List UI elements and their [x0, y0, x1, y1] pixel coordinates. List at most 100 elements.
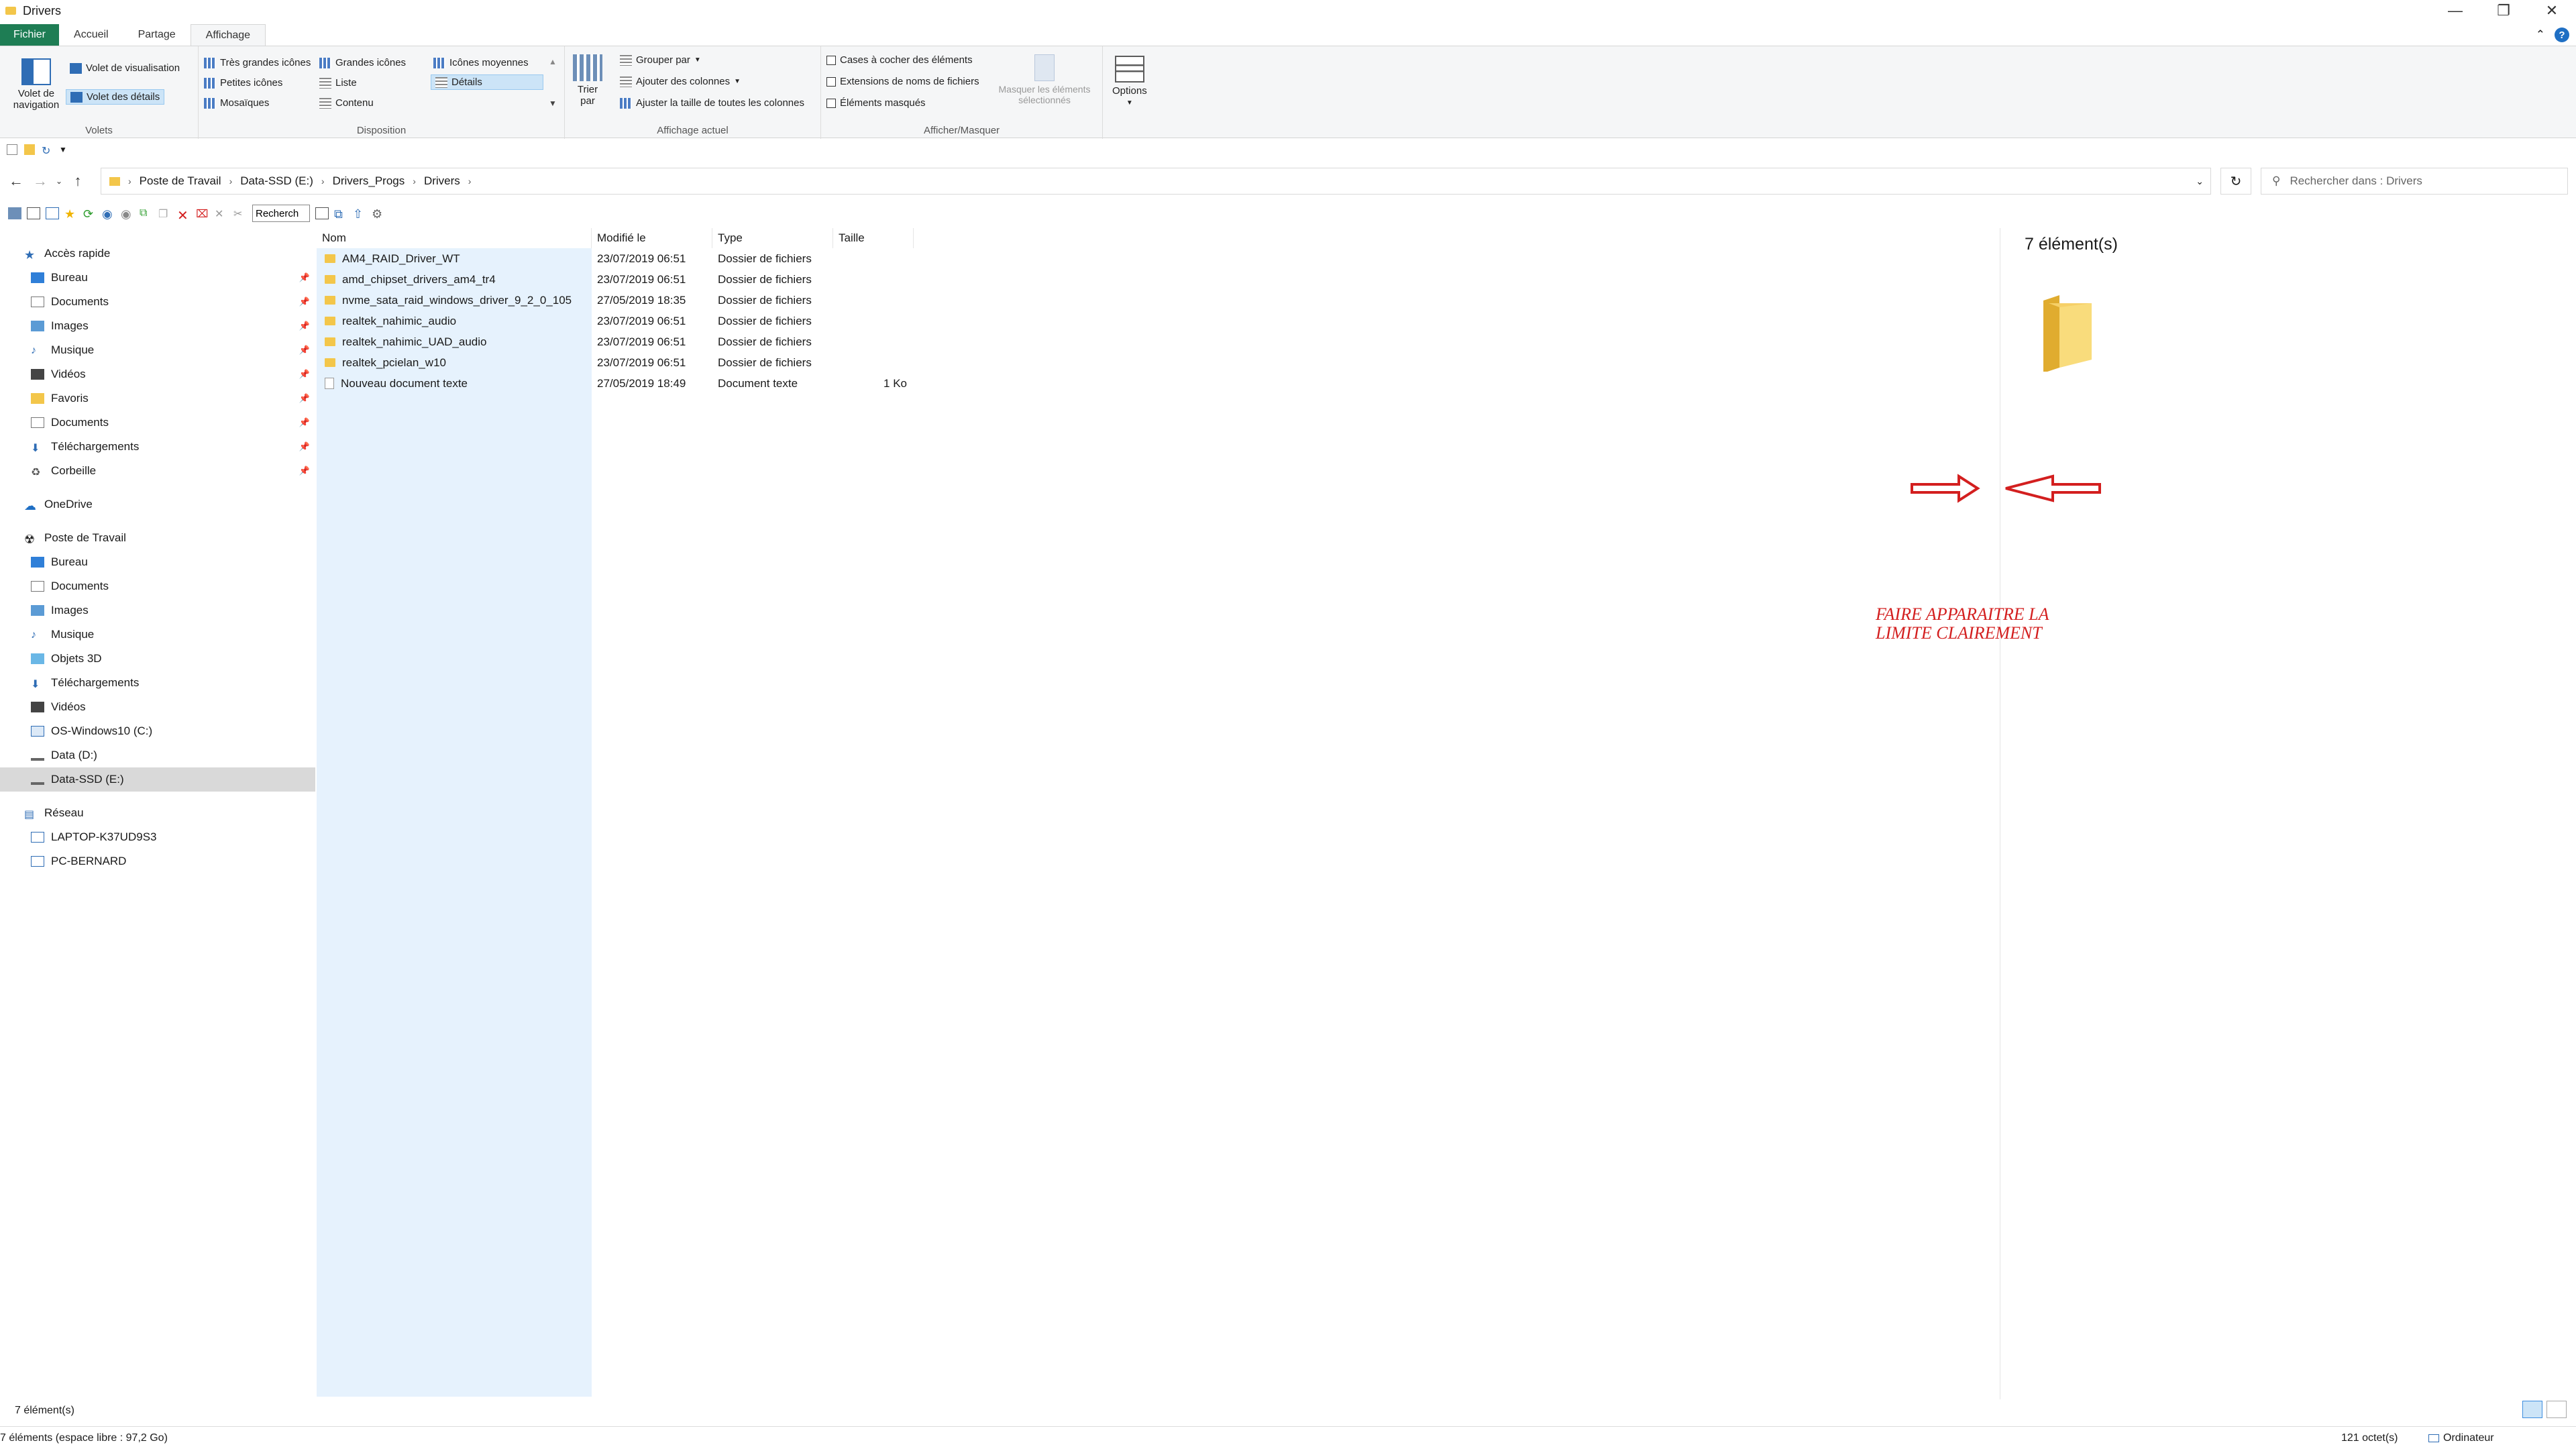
nav-pc-musique[interactable]: ♪ Musique [0, 623, 315, 647]
nav-quick-musique[interactable]: ♪ Musique 📌 [0, 338, 315, 362]
up-arrow-icon[interactable]: ↑ [66, 172, 90, 190]
options-button[interactable]: Options ▼ [1112, 56, 1147, 107]
restore-button[interactable]: ❐ [2479, 0, 2528, 21]
copy-icon[interactable]: ❐ [158, 207, 172, 220]
recent-locations-icon[interactable]: ⌄ [52, 176, 66, 186]
details-view-button[interactable] [2522, 1401, 2542, 1418]
breadcrumb-drivers[interactable]: Drivers [424, 174, 460, 188]
column-header-size[interactable]: Taille [833, 228, 914, 248]
up-icon[interactable]: ⇧ [353, 207, 366, 221]
nav-network-pc-bernard[interactable]: PC-BERNARD [0, 849, 315, 873]
toolbar-view-icon[interactable] [8, 207, 21, 219]
nav-quick-favoris[interactable]: Favoris 📌 [0, 386, 315, 411]
nav-quick-access[interactable]: ★ Accès rapide [0, 241, 315, 266]
nav-onedrive[interactable]: ☁ OneDrive [0, 492, 315, 517]
forward-arrow-icon[interactable]: → [28, 172, 52, 190]
breadcrumb-separator-icon[interactable]: › [413, 176, 416, 186]
breadcrumb-data-ssd[interactable]: Data-SSD (E:) [240, 174, 313, 188]
pin-icon[interactable]: ⧉ [334, 207, 347, 221]
layout-small-icons[interactable]: Petites icônes [204, 77, 282, 89]
layout-expand[interactable]: ▼ [549, 99, 557, 108]
layout-content[interactable]: Contenu [319, 97, 374, 109]
new-folder-icon[interactable] [24, 144, 35, 155]
table-row[interactable]: realtek_pcielan_w10 23/07/2019 06:51 Dos… [317, 352, 920, 373]
table-row[interactable]: realtek_nahimic_audio 23/07/2019 06:51 D… [317, 311, 920, 331]
add-columns-button[interactable]: Ajouter des colonnes ▼ [620, 76, 741, 87]
layout-details[interactable]: Détails [431, 74, 543, 90]
settings-gear-icon[interactable]: ⚙ [372, 207, 385, 221]
pin-icon[interactable]: 📌 [299, 369, 310, 380]
large-icons-view-button[interactable] [2546, 1401, 2567, 1418]
layout-list[interactable]: Liste [319, 77, 357, 89]
column-header-type[interactable]: Type [712, 228, 833, 248]
pin-icon[interactable]: 📌 [299, 417, 310, 428]
properties-icon[interactable] [7, 144, 17, 155]
column-header-modified[interactable]: Modifié le [592, 228, 712, 248]
pin-icon[interactable]: 📌 [299, 345, 310, 356]
address-bar[interactable]: › Poste de Travail › Data-SSD (E:) › Dri… [101, 168, 2211, 195]
nav-drive-e[interactable]: Data-SSD (E:) [0, 767, 315, 792]
green-refresh-icon[interactable]: ⟳ [83, 207, 97, 221]
address-dropdown-icon[interactable]: ⌄ [2196, 176, 2204, 187]
sort-by-button[interactable]: Trier par [573, 54, 602, 107]
breadcrumb-drivers-progs[interactable]: Drivers_Progs [333, 174, 405, 188]
table-row[interactable]: AM4_RAID_Driver_WT 23/07/2019 06:51 Doss… [317, 248, 920, 269]
pin-icon[interactable]: 📌 [299, 321, 310, 331]
nav-quick-videos[interactable]: Vidéos 📌 [0, 362, 315, 386]
collapse-ribbon-icon[interactable]: ⌃ [2536, 28, 2545, 42]
scissors-icon[interactable]: ✂ [233, 207, 247, 220]
breadcrumb-poste-de-travail[interactable]: Poste de Travail [140, 174, 221, 188]
pin-icon[interactable]: 📌 [299, 297, 310, 307]
nav-this-pc[interactable]: ☢ Poste de Travail [0, 526, 315, 550]
back-arrow-icon[interactable]: ← [4, 172, 28, 190]
breadcrumb-separator-icon[interactable]: › [321, 176, 325, 186]
delete-box-icon[interactable]: ⌧ [196, 207, 209, 220]
nav-network-laptop[interactable]: LAPTOP-K37UD9S3 [0, 825, 315, 849]
tab-partage[interactable]: Partage [123, 24, 191, 46]
nav-quick-documents[interactable]: Documents 📌 [0, 290, 315, 314]
nav-quick-telechargements[interactable]: ⬇ Téléchargements 📌 [0, 435, 315, 459]
refresh-button[interactable]: ↻ [2220, 168, 2251, 195]
minimize-button[interactable]: — [2431, 0, 2479, 21]
disc-icon[interactable]: ◉ [121, 207, 134, 221]
nav-quick-corbeille[interactable]: ♻ Corbeille 📌 [0, 459, 315, 483]
pin-icon[interactable]: 📌 [299, 393, 310, 404]
toolbar-pane-icon[interactable] [27, 207, 40, 219]
table-row[interactable]: amd_chipset_drivers_am4_tr4 23/07/2019 0… [317, 269, 920, 290]
nav-pc-bureau[interactable]: Bureau [0, 550, 315, 574]
item-checkboxes-toggle[interactable]: Cases à cocher des éléments [826, 54, 973, 66]
breadcrumb-separator-icon[interactable]: › [128, 176, 131, 186]
table-row[interactable]: nvme_sata_raid_windows_driver_9_2_0_105 … [317, 290, 920, 311]
globe-icon[interactable]: ◉ [102, 207, 115, 221]
delete-icon[interactable]: ✕ [177, 207, 191, 223]
nav-quick-images[interactable]: Images 📌 [0, 314, 315, 338]
nav-pane-button[interactable]: Volet de navigation [13, 58, 59, 111]
nav-quick-bureau[interactable]: Bureau 📌 [0, 266, 315, 290]
nav-pc-telechargements[interactable]: ⬇ Téléchargements [0, 671, 315, 695]
nav-pc-objets-3d[interactable]: Objets 3D [0, 647, 315, 671]
hide-selected-button[interactable]: Masquer les éléments sélectionnés [994, 54, 1095, 105]
column-header-name[interactable]: Nom [317, 228, 592, 248]
undo-icon[interactable]: ↻ [42, 144, 52, 157]
pin-icon[interactable]: 📌 [299, 441, 310, 452]
nav-pc-images[interactable]: Images [0, 598, 315, 623]
hidden-items-toggle[interactable]: Éléments masqués [826, 97, 926, 109]
tab-fichier[interactable]: Fichier [0, 24, 60, 46]
search-box[interactable]: ⚲ Rechercher dans : Drivers [2261, 168, 2568, 195]
layout-medium-icons[interactable]: Icônes moyennes [433, 57, 529, 68]
toolbar-search-input[interactable] [252, 205, 310, 222]
cut-icon[interactable]: ✕ [215, 207, 228, 220]
nav-quick-documents-2[interactable]: Documents 📌 [0, 411, 315, 435]
breadcrumb-separator-icon[interactable]: › [229, 176, 233, 186]
view-mode-icon[interactable] [315, 207, 329, 219]
layout-large-icons[interactable]: Grandes icônes [319, 57, 406, 68]
details-pane-button[interactable]: Volet des détails [66, 89, 165, 105]
table-row[interactable]: Nouveau document texte 27/05/2019 18:49 … [317, 373, 920, 394]
nav-pc-videos[interactable]: Vidéos [0, 695, 315, 719]
search-input[interactable]: Rechercher dans : Drivers [2290, 174, 2422, 188]
toolbar-window-icon[interactable] [46, 207, 59, 219]
nav-drive-d[interactable]: Data (D:) [0, 743, 315, 767]
customize-qat-icon[interactable]: ▼ [59, 145, 67, 154]
close-button[interactable]: ✕ [2528, 0, 2576, 21]
tab-affichage[interactable]: Affichage [190, 24, 266, 46]
